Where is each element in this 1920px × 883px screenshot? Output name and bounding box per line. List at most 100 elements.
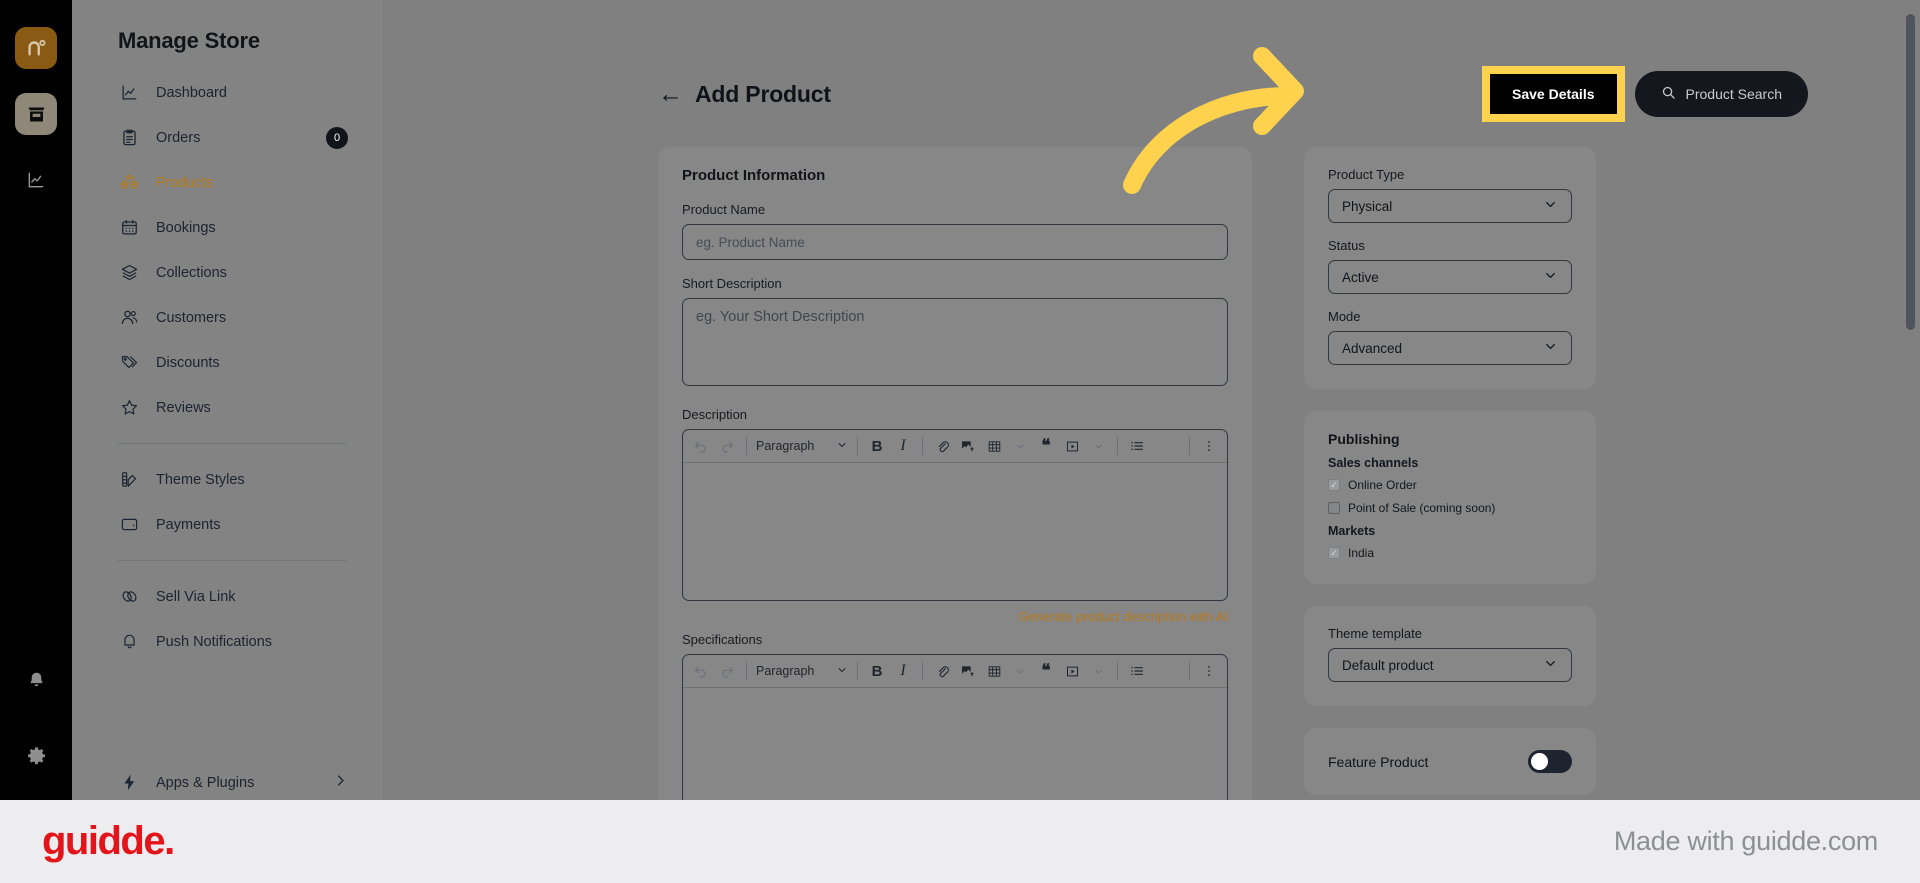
redo-icon[interactable] (715, 659, 739, 683)
publishing-card: Publishing Sales channels Online Order P… (1304, 411, 1596, 584)
card-title: Product Information (682, 167, 826, 184)
bold-button[interactable]: B (865, 434, 889, 458)
mode-select[interactable]: Advanced (1328, 331, 1572, 365)
chevron-down-icon (1543, 339, 1558, 357)
apps-plugins-row[interactable]: Apps & Plugins (96, 760, 358, 800)
icon-rail (0, 0, 72, 800)
chevron-down-icon[interactable] (1008, 434, 1032, 458)
block-format-dropdown[interactable]: Paragraph (754, 434, 850, 458)
blockquote-icon[interactable]: ❝ (1034, 434, 1058, 458)
sidebar-item-push-notifications[interactable]: Push Notifications (96, 619, 358, 664)
sidebar-item-label: Dashboard (156, 84, 227, 101)
generate-description-ai-link[interactable]: Generate product description with AI (682, 609, 1228, 624)
bullet-list-icon[interactable] (1125, 659, 1149, 683)
short-description-textarea[interactable] (682, 298, 1228, 386)
chevron-down-icon (1543, 197, 1558, 215)
more-vertical-icon[interactable] (1197, 659, 1221, 683)
image-upload-icon[interactable] (956, 434, 980, 458)
arrow-left-icon[interactable]: ← (658, 81, 683, 107)
sidebar-item-customers[interactable]: Customers (96, 295, 358, 340)
app-root: Manage Store Dashboard Orders 0 Products… (0, 0, 1920, 883)
orders-badge: 0 (326, 126, 348, 149)
made-with-guidde-text: Made with guidde.com (1613, 826, 1878, 856)
channel-online-order-row[interactable]: Online Order (1328, 478, 1572, 492)
more-vertical-icon[interactable] (1197, 434, 1221, 458)
sidebar-item-sell-via-link[interactable]: Sell Via Link (96, 574, 358, 619)
channel-point-of-sale-row[interactable]: Point of Sale (coming soon) (1328, 501, 1572, 515)
undo-icon[interactable] (689, 434, 713, 458)
product-search-label: Product Search (1685, 86, 1783, 102)
chevron-down-icon[interactable] (1086, 434, 1110, 458)
product-type-label: Product Type (1328, 167, 1405, 182)
italic-button[interactable]: I (891, 659, 915, 683)
sidebar-item-reviews[interactable]: Reviews (96, 385, 358, 430)
sidebar-item-products[interactable]: Products (96, 160, 358, 205)
sidebar-item-apps-plugins[interactable]: Apps & Plugins (96, 760, 358, 800)
specifications-editor-toolbar: Paragraph B I ❝ (683, 655, 1227, 688)
table-icon[interactable] (982, 659, 1006, 683)
product-information-column: Product Information Product Name Short D… (658, 147, 1252, 800)
description-editor-body[interactable] (683, 463, 1227, 600)
image-upload-icon[interactable] (956, 659, 980, 683)
sidebar-item-label: Reviews (156, 399, 211, 416)
link-attach-icon[interactable] (930, 434, 954, 458)
video-icon[interactable] (1060, 434, 1084, 458)
product-name-input[interactable] (682, 224, 1228, 260)
block-format-dropdown[interactable]: Paragraph (754, 659, 850, 683)
status-value: Active (1342, 269, 1379, 285)
sidebar-item-dashboard[interactable]: Dashboard (96, 70, 358, 115)
gear-icon[interactable] (0, 745, 72, 766)
sidebar-item-discounts[interactable]: Discounts (96, 340, 358, 385)
sidebar-item-theme-styles[interactable]: Theme Styles (96, 457, 358, 502)
mode-value: Advanced (1342, 340, 1403, 356)
page-scrollbar[interactable] (1906, 14, 1915, 330)
theme-template-select[interactable]: Default product (1328, 648, 1572, 682)
bold-button[interactable]: B (865, 659, 889, 683)
search-icon (1661, 85, 1676, 103)
blockquote-icon[interactable]: ❝ (1034, 659, 1058, 683)
checkbox-india[interactable] (1328, 547, 1340, 559)
sidebar-item-payments[interactable]: Payments (96, 502, 358, 547)
product-type-select[interactable]: Physical (1328, 189, 1572, 223)
sidebar-item-label: Sell Via Link (156, 588, 236, 605)
undo-icon[interactable] (689, 659, 713, 683)
sidebar-item-label: Customers (156, 309, 227, 326)
bullet-list-icon[interactable] (1125, 434, 1149, 458)
feature-product-toggle[interactable] (1528, 750, 1572, 773)
market-label: India (1348, 546, 1375, 560)
redo-icon[interactable] (715, 434, 739, 458)
save-details-button[interactable]: Save Details (1490, 74, 1617, 114)
sidebar-item-collections[interactable]: Collections (96, 250, 358, 295)
analytics-icon[interactable] (15, 159, 57, 201)
market-india-row[interactable]: India (1328, 546, 1572, 560)
product-search-button[interactable]: Product Search (1634, 71, 1808, 117)
link-attach-icon[interactable] (930, 659, 954, 683)
product-name-label: Product Name (682, 202, 766, 217)
chevron-down-icon (1543, 268, 1558, 286)
bell-icon[interactable] (0, 670, 72, 691)
italic-button[interactable]: I (891, 434, 915, 458)
description-editor-toolbar: Paragraph B I ❝ (683, 430, 1227, 463)
feature-product-card: Feature Product (1304, 728, 1596, 795)
checkbox-point-of-sale[interactable] (1328, 502, 1340, 514)
feature-product-row[interactable]: Feature Product (1328, 750, 1572, 773)
brand-n-logo[interactable] (15, 27, 57, 69)
sidebar-item-orders[interactable]: Orders 0 (96, 115, 358, 160)
video-icon[interactable] (1060, 659, 1084, 683)
checkbox-online-order[interactable] (1328, 479, 1340, 491)
store-icon[interactable] (15, 93, 57, 135)
settings-column: Product Type Physical Status Active Mode… (1304, 147, 1596, 800)
description-label: Description (682, 407, 748, 422)
calendar-icon (118, 217, 140, 239)
chevron-down-icon[interactable] (1086, 659, 1110, 683)
chevron-right-icon (333, 773, 348, 792)
sidebar-item-bookings[interactable]: Bookings (96, 205, 358, 250)
sidebar-item-label: Push Notifications (156, 633, 273, 650)
table-icon[interactable] (982, 434, 1006, 458)
theme-template-label: Theme template (1328, 626, 1422, 641)
specifications-editor-body[interactable] (683, 688, 1227, 800)
chevron-down-icon (836, 439, 848, 454)
status-select[interactable]: Active (1328, 260, 1572, 294)
block-format-label: Paragraph (756, 664, 815, 678)
chevron-down-icon[interactable] (1008, 659, 1032, 683)
